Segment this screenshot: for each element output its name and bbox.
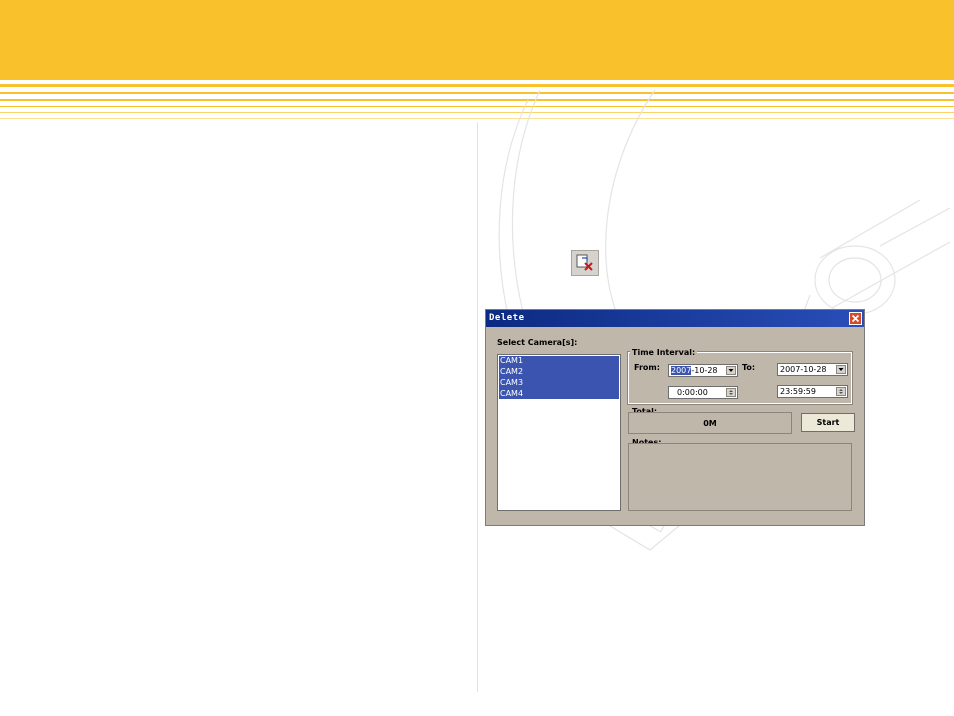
camera-list[interactable]: CAM1 CAM2 CAM3 CAM4 [497, 354, 621, 511]
camera-item-cam3[interactable]: CAM3 [500, 378, 523, 388]
total-box: 0M [628, 412, 792, 434]
delete-record-icon [576, 254, 593, 271]
from-time-value: 0:00:00 [677, 388, 708, 397]
from-time-spin-buttons[interactable] [726, 388, 736, 397]
chevron-down-icon [838, 368, 844, 371]
to-date-picker[interactable]: 2007-10-28 [777, 363, 848, 376]
from-date-value: 2007-10-28 [671, 366, 718, 375]
from-date-dropdown[interactable] [726, 366, 736, 375]
to-time-value: 23:59:59 [780, 387, 816, 396]
camera-item-cam4[interactable]: CAM4 [500, 389, 523, 399]
column-divider [477, 122, 478, 692]
close-icon [851, 314, 860, 323]
from-date-rest: -10-28 [691, 366, 718, 375]
chevron-down-icon [728, 369, 734, 372]
delete-record-button[interactable] [571, 250, 599, 276]
total-value: 0M [703, 419, 717, 428]
from-date-picker[interactable]: 2007-10-28 [668, 364, 738, 377]
close-button[interactable] [849, 312, 862, 325]
dialog-title: Delete [489, 313, 525, 323]
time-interval-title: Time Interval: [630, 348, 698, 357]
dialog-titlebar[interactable]: Delete [486, 310, 864, 327]
to-label: To: [742, 363, 756, 372]
select-cameras-label: Select Camera[s]: [497, 338, 578, 347]
spin-arrows-icon [839, 389, 843, 394]
spin-arrows-icon [729, 390, 733, 395]
to-time-spinner[interactable]: 23:59:59 [777, 385, 848, 398]
notes-area [628, 443, 852, 511]
to-time-spin-buttons[interactable] [836, 387, 846, 396]
delete-dialog: Delete Select Camera[s]: CAM1 CAM2 CAM3 … [485, 309, 865, 526]
to-date-dropdown[interactable] [836, 365, 846, 374]
to-date-value: 2007-10-28 [780, 365, 827, 374]
from-time-spinner[interactable]: 0:00:00 [668, 386, 738, 399]
header-banner [0, 0, 954, 80]
camera-item-cam2[interactable]: CAM2 [500, 367, 523, 377]
from-label: From: [634, 363, 660, 372]
start-button[interactable]: Start [801, 413, 855, 432]
camera-item-cam1[interactable]: CAM1 [500, 356, 523, 366]
from-date-year: 2007 [671, 366, 692, 375]
